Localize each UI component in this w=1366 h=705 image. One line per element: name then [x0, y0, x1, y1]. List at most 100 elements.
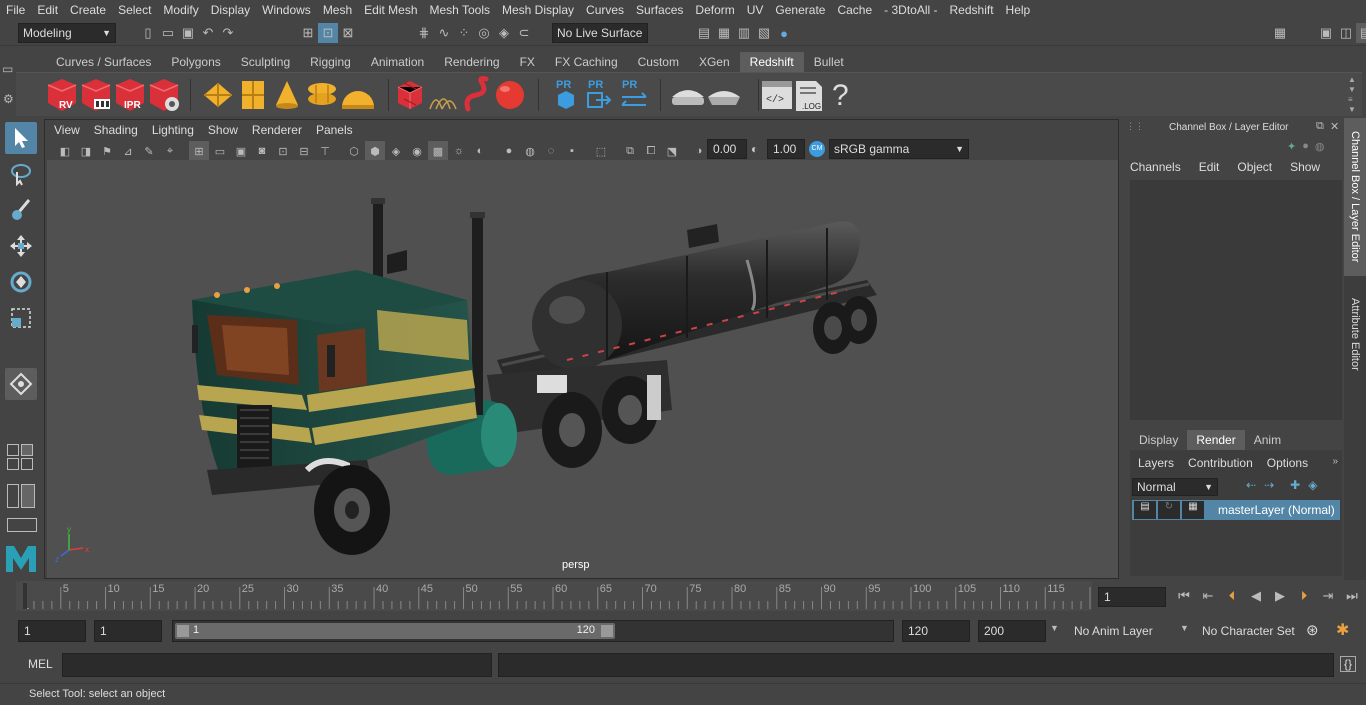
image-plane-icon[interactable]: ⊿ [118, 141, 138, 161]
render-view-icon[interactable]: ▤ [694, 23, 714, 43]
character-set-dropdown[interactable]: No Character Set [1198, 620, 1298, 642]
move-tool-icon[interactable] [5, 230, 37, 262]
lasso-tool-icon[interactable] [5, 158, 37, 190]
color-management-icon[interactable]: CM [809, 141, 825, 157]
redshift-hair-icon[interactable] [429, 98, 457, 110]
menu-item-uv[interactable]: UV [741, 0, 770, 20]
exposure-field[interactable]: 0.00 [707, 139, 747, 159]
undo-icon[interactable]: ↶ [198, 23, 218, 43]
shelf-tab-bullet[interactable]: Bullet [804, 52, 854, 72]
layer-menu-options[interactable]: Options [1267, 456, 1308, 470]
play-forwards-icon[interactable]: ▶ [1270, 586, 1290, 606]
workspace-icon[interactable]: ▦ [1270, 23, 1290, 43]
default-material-icon[interactable]: ◉ [407, 141, 427, 161]
current-time-marker[interactable] [23, 583, 27, 609]
range-start-grip[interactable] [177, 625, 189, 637]
panel-menu-renderer[interactable]: Renderer [245, 123, 309, 137]
snap-point-icon[interactable]: ⁘ [454, 23, 474, 43]
pr-swap-icon[interactable]: PR [621, 79, 647, 106]
anim-preferences-icon[interactable]: ✱ [1336, 620, 1349, 640]
channel-box-side-tab[interactable]: Channel Box / Layer Editor [1344, 118, 1366, 276]
shadows-icon[interactable]: ◐ [470, 141, 490, 161]
menu-item-windows[interactable]: Windows [256, 0, 317, 20]
time-slider-ruler[interactable]: 1510152025303540455055606570758085909510… [16, 581, 1110, 612]
new-layer-selected-icon[interactable]: ◈ [1308, 478, 1317, 492]
persp-outliner-icon[interactable] [21, 484, 35, 508]
master-layer-row[interactable]: ▤ ↻ ▦ masterLayer (Normal) [1132, 500, 1340, 520]
clapper-icon[interactable]: ▦ [1182, 501, 1204, 519]
live-surface-field[interactable]: No Live Surface [552, 23, 648, 43]
range-end-grip[interactable] [601, 625, 613, 637]
menu-item-cache[interactable]: Cache [831, 0, 878, 20]
command-input[interactable] [62, 653, 492, 677]
move-layer-up-icon[interactable]: ⇠ [1246, 478, 1256, 492]
attribute-editor-side-tab[interactable]: Attribute Editor [1344, 284, 1366, 384]
step-forward-frame-icon[interactable]: ⏵ [1294, 586, 1314, 606]
redshift-sphere-icon[interactable] [496, 81, 524, 109]
menu-item-edit[interactable]: Edit [31, 0, 64, 20]
color-space-dropdown[interactable]: sRGB gamma ▼ [829, 139, 969, 159]
xray-joints-icon[interactable]: ⧠ [641, 141, 661, 161]
character-set-chevron-icon[interactable]: ▼ [1180, 623, 1189, 633]
render-settings-icon[interactable]: ▧ [754, 23, 774, 43]
graph-layout-icon[interactable] [7, 518, 37, 532]
safe-title-icon[interactable]: ⊤ [315, 141, 335, 161]
layer-tab-render[interactable]: Render [1187, 430, 1245, 450]
channel-list[interactable] [1130, 180, 1342, 420]
end-time-field[interactable]: 200 [978, 620, 1046, 642]
depth-of-field-icon[interactable]: ▪ [562, 141, 582, 161]
redshift-dome-light-icon[interactable] [342, 91, 374, 109]
menu-item-deform[interactable]: Deform [689, 0, 740, 20]
playback-end-field[interactable]: 120 [902, 620, 970, 642]
gamma-icon[interactable]: ◐ [751, 142, 758, 156]
outliner-layout-icon[interactable] [7, 484, 19, 508]
shelf-tab-custom[interactable]: Custom [628, 52, 689, 72]
script-editor-icon[interactable]: </> [762, 81, 792, 109]
wireframe-icon[interactable]: ⬡ [344, 141, 364, 161]
menu-item-mesh-display[interactable]: Mesh Display [496, 0, 580, 20]
redshift-render-sequence-icon[interactable] [81, 79, 111, 111]
time-slider[interactable]: 1510152025303540455055606570758085909510… [16, 581, 1110, 612]
auto-key-icon[interactable]: ⊛ [1306, 621, 1319, 639]
log-file-icon[interactable]: .LOG [796, 81, 822, 111]
toggle-layout-icon[interactable]: ◫ [1336, 23, 1356, 43]
new-layer-icon[interactable]: ✚ [1290, 478, 1300, 492]
menu-item-3dtoall[interactable]: - 3DtoAll - [878, 0, 943, 20]
new-scene-icon[interactable]: ▯ [138, 23, 158, 43]
exposure-icon[interactable]: ◑ [689, 141, 709, 161]
bookmark-icon[interactable]: ⚑ [97, 141, 117, 161]
key-icon[interactable]: ✦ [1287, 140, 1296, 153]
pr-export-icon[interactable]: PR [587, 79, 612, 108]
2d-pan-zoom-icon[interactable]: ⌖ [160, 141, 180, 161]
redshift-volume-icon[interactable] [464, 76, 489, 112]
shelf-tab-xgen[interactable]: XGen [689, 52, 740, 72]
menu-item-generate[interactable]: Generate [769, 0, 831, 20]
isolate-select-icon[interactable]: ⬚ [591, 141, 611, 161]
ipr-render-icon[interactable]: ▥ [734, 23, 754, 43]
bake-tray-icon[interactable] [708, 91, 740, 105]
move-layer-down-icon[interactable]: ⇢ [1264, 478, 1274, 492]
layer-tab-display[interactable]: Display [1130, 430, 1187, 450]
shelf-tab-fx-caching[interactable]: FX Caching [545, 52, 628, 72]
shelf-tab-sculpting[interactable]: Sculpting [231, 52, 300, 72]
channel-box-menu-channels[interactable]: Channels [1130, 160, 1181, 174]
snap-view-icon[interactable]: ◎ [474, 23, 494, 43]
menu-item-surfaces[interactable]: Surfaces [630, 0, 689, 20]
bake-pie-icon[interactable] [672, 90, 704, 105]
manipulator-toggle-icon[interactable]: ● [1302, 140, 1309, 153]
range-slider-track[interactable]: 1 120 [172, 620, 894, 642]
panel-menu-shading[interactable]: Shading [87, 123, 145, 137]
snap-grid-icon[interactable]: ⋕ [414, 23, 434, 43]
shelf-tab-rigging[interactable]: Rigging [300, 52, 361, 72]
help-question-icon[interactable]: ? [832, 79, 849, 112]
menu-item-display[interactable]: Display [205, 0, 256, 20]
redshift-area-light-icon[interactable] [204, 83, 232, 107]
save-scene-icon[interactable]: ▣ [178, 23, 198, 43]
xray-active-icon[interactable]: ⬔ [662, 141, 682, 161]
playback-start-field[interactable]: 1 [94, 620, 162, 642]
use-all-lights-icon[interactable]: ☼ [449, 141, 469, 161]
film-gate-icon[interactable]: ▭ [210, 141, 230, 161]
menu-item-redshift[interactable]: Redshift [944, 0, 1000, 20]
grease-pencil-icon[interactable]: ✎ [139, 141, 159, 161]
recycle-icon[interactable]: ↻ [1158, 501, 1180, 519]
